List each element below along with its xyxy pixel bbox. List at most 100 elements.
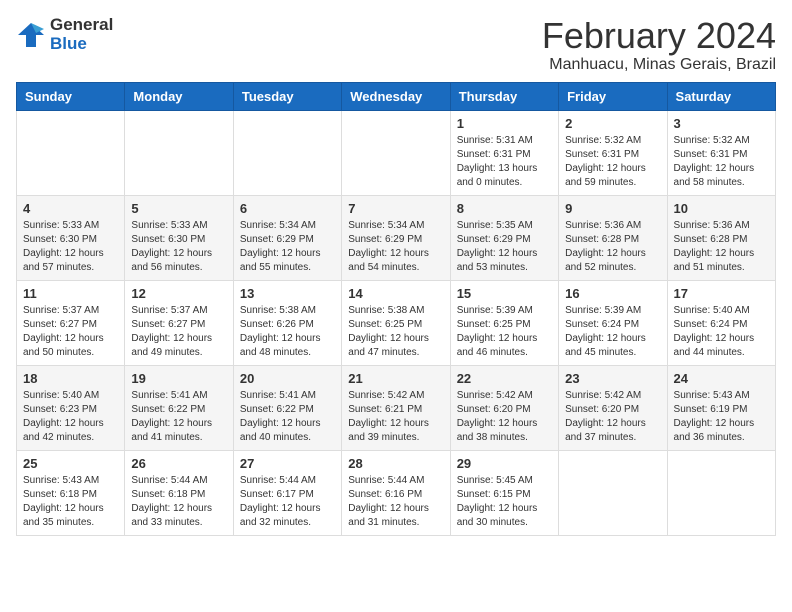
calendar-cell: 13 Sunrise: 5:38 AMSunset: 6:26 PMDayligh… [233,280,341,365]
day-info: Sunrise: 5:38 AMSunset: 6:25 PMDaylight:… [348,304,443,360]
day-number: 11 [23,286,118,301]
day-number: 3 [674,116,769,131]
calendar-cell: 2 Sunrise: 5:32 AMSunset: 6:31 PMDaylight… [559,110,667,195]
day-number: 14 [348,286,443,301]
day-info: Sunrise: 5:43 AMSunset: 6:18 PMDaylight:… [23,474,118,530]
calendar-cell: 3 Sunrise: 5:32 AMSunset: 6:31 PMDaylight… [667,110,775,195]
day-number: 17 [674,286,769,301]
calendar-cell: 27 Sunrise: 5:44 AMSunset: 6:17 PMDayligh… [233,450,341,535]
day-number: 27 [240,456,335,471]
day-number: 25 [23,456,118,471]
day-number: 22 [457,371,552,386]
calendar-week-row: 25 Sunrise: 5:43 AMSunset: 6:18 PMDayligh… [17,450,776,535]
day-number: 8 [457,201,552,216]
day-number: 2 [565,116,660,131]
logo: General Blue [16,16,113,53]
day-info: Sunrise: 5:38 AMSunset: 6:26 PMDaylight:… [240,304,335,360]
calendar-cell [559,450,667,535]
day-info: Sunrise: 5:44 AMSunset: 6:16 PMDaylight:… [348,474,443,530]
day-number: 18 [23,371,118,386]
day-number: 12 [131,286,226,301]
calendar-cell: 14 Sunrise: 5:38 AMSunset: 6:25 PMDayligh… [342,280,450,365]
day-info: Sunrise: 5:36 AMSunset: 6:28 PMDaylight:… [565,219,660,275]
day-info: Sunrise: 5:34 AMSunset: 6:29 PMDaylight:… [240,219,335,275]
day-info: Sunrise: 5:41 AMSunset: 6:22 PMDaylight:… [240,389,335,445]
day-info: Sunrise: 5:43 AMSunset: 6:19 PMDaylight:… [674,389,769,445]
day-of-week-header: Monday [125,82,233,110]
calendar-cell: 5Sunrise: 5:33 AMSunset: 6:30 PMDaylight… [125,195,233,280]
day-of-week-header: Friday [559,82,667,110]
calendar-cell: 26 Sunrise: 5:44 AMSunset: 6:18 PMDayligh… [125,450,233,535]
calendar-cell: 1 Sunrise: 5:31 AMSunset: 6:31 PMDaylight… [450,110,558,195]
day-info: Sunrise: 5:40 AMSunset: 6:23 PMDaylight:… [23,389,118,445]
day-number: 13 [240,286,335,301]
calendar-cell: 23Sunrise: 5:42 AMSunset: 6:20 PMDayligh… [559,365,667,450]
day-of-week-header: Sunday [17,82,125,110]
day-info: Sunrise: 5:31 AMSunset: 6:31 PMDaylight:… [457,134,552,190]
logo-text: General Blue [50,16,113,53]
day-info: Sunrise: 5:42 AMSunset: 6:21 PMDaylight:… [348,389,443,445]
location-subtitle: Manhuacu, Minas Gerais, Brazil [542,56,776,74]
day-info: Sunrise: 5:36 AMSunset: 6:28 PMDaylight:… [674,219,769,275]
calendar-cell: 16 Sunrise: 5:39 AMSunset: 6:24 PMDayligh… [559,280,667,365]
calendar-cell: 10 Sunrise: 5:36 AMSunset: 6:28 PMDayligh… [667,195,775,280]
day-number: 24 [674,371,769,386]
calendar-cell: 12 Sunrise: 5:37 AMSunset: 6:27 PMDayligh… [125,280,233,365]
day-info: Sunrise: 5:33 AMSunset: 6:30 PMDaylight:… [23,219,118,275]
day-info: Sunrise: 5:32 AMSunset: 6:31 PMDaylight:… [674,134,769,190]
calendar-cell: 7 Sunrise: 5:34 AMSunset: 6:29 PMDaylight… [342,195,450,280]
day-info: Sunrise: 5:44 AMSunset: 6:18 PMDaylight:… [131,474,226,530]
day-info: Sunrise: 5:39 AMSunset: 6:25 PMDaylight:… [457,304,552,360]
calendar-cell: 21 Sunrise: 5:42 AMSunset: 6:21 PMDayligh… [342,365,450,450]
calendar-cell [125,110,233,195]
calendar-cell: 15 Sunrise: 5:39 AMSunset: 6:25 PMDayligh… [450,280,558,365]
day-info: Sunrise: 5:34 AMSunset: 6:29 PMDaylight:… [348,219,443,275]
day-number: 9 [565,201,660,216]
day-number: 7 [348,201,443,216]
day-of-week-header: Tuesday [233,82,341,110]
calendar-cell [233,110,341,195]
day-info: Sunrise: 5:32 AMSunset: 6:31 PMDaylight:… [565,134,660,190]
day-number: 16 [565,286,660,301]
calendar-cell: 6 Sunrise: 5:34 AMSunset: 6:29 PMDaylight… [233,195,341,280]
calendar-cell [342,110,450,195]
calendar-cell: 20 Sunrise: 5:41 AMSunset: 6:22 PMDayligh… [233,365,341,450]
calendar-cell: 28 Sunrise: 5:44 AMSunset: 6:16 PMDayligh… [342,450,450,535]
calendar-header-row: SundayMondayTuesdayWednesdayThursdayFrid… [17,82,776,110]
day-number: 29 [457,456,552,471]
calendar-week-row: 4Sunrise: 5:33 AMSunset: 6:30 PMDaylight… [17,195,776,280]
day-number: 15 [457,286,552,301]
day-info: Sunrise: 5:37 AMSunset: 6:27 PMDaylight:… [131,304,226,360]
calendar-cell [667,450,775,535]
calendar-cell: 24 Sunrise: 5:43 AMSunset: 6:19 PMDayligh… [667,365,775,450]
day-info: Sunrise: 5:41 AMSunset: 6:22 PMDaylight:… [131,389,226,445]
day-of-week-header: Saturday [667,82,775,110]
day-info: Sunrise: 5:42 AMSunset: 6:20 PMDaylight:… [565,389,660,445]
day-number: 1 [457,116,552,131]
logo-icon [16,21,46,49]
day-info: Sunrise: 5:35 AMSunset: 6:29 PMDaylight:… [457,219,552,275]
day-number: 21 [348,371,443,386]
day-number: 20 [240,371,335,386]
day-number: 28 [348,456,443,471]
calendar-cell: 11 Sunrise: 5:37 AMSunset: 6:27 PMDayligh… [17,280,125,365]
day-of-week-header: Wednesday [342,82,450,110]
calendar-cell [17,110,125,195]
calendar-cell: 19Sunrise: 5:41 AMSunset: 6:22 PMDayligh… [125,365,233,450]
calendar-cell: 4Sunrise: 5:33 AMSunset: 6:30 PMDaylight… [17,195,125,280]
calendar-cell: 18 Sunrise: 5:40 AMSunset: 6:23 PMDayligh… [17,365,125,450]
calendar-cell: 9 Sunrise: 5:36 AMSunset: 6:28 PMDaylight… [559,195,667,280]
day-info: Sunrise: 5:45 AMSunset: 6:15 PMDaylight:… [457,474,552,530]
day-number: 5 [131,201,226,216]
day-info: Sunrise: 5:39 AMSunset: 6:24 PMDaylight:… [565,304,660,360]
day-info: Sunrise: 5:44 AMSunset: 6:17 PMDaylight:… [240,474,335,530]
page-header: General Blue February 2024 Manhuacu, Min… [16,16,776,74]
day-number: 26 [131,456,226,471]
day-number: 10 [674,201,769,216]
calendar-cell: 17Sunrise: 5:40 AMSunset: 6:24 PMDayligh… [667,280,775,365]
day-info: Sunrise: 5:37 AMSunset: 6:27 PMDaylight:… [23,304,118,360]
calendar-week-row: 18 Sunrise: 5:40 AMSunset: 6:23 PMDayligh… [17,365,776,450]
month-title: February 2024 [542,16,776,56]
day-info: Sunrise: 5:42 AMSunset: 6:20 PMDaylight:… [457,389,552,445]
day-number: 6 [240,201,335,216]
